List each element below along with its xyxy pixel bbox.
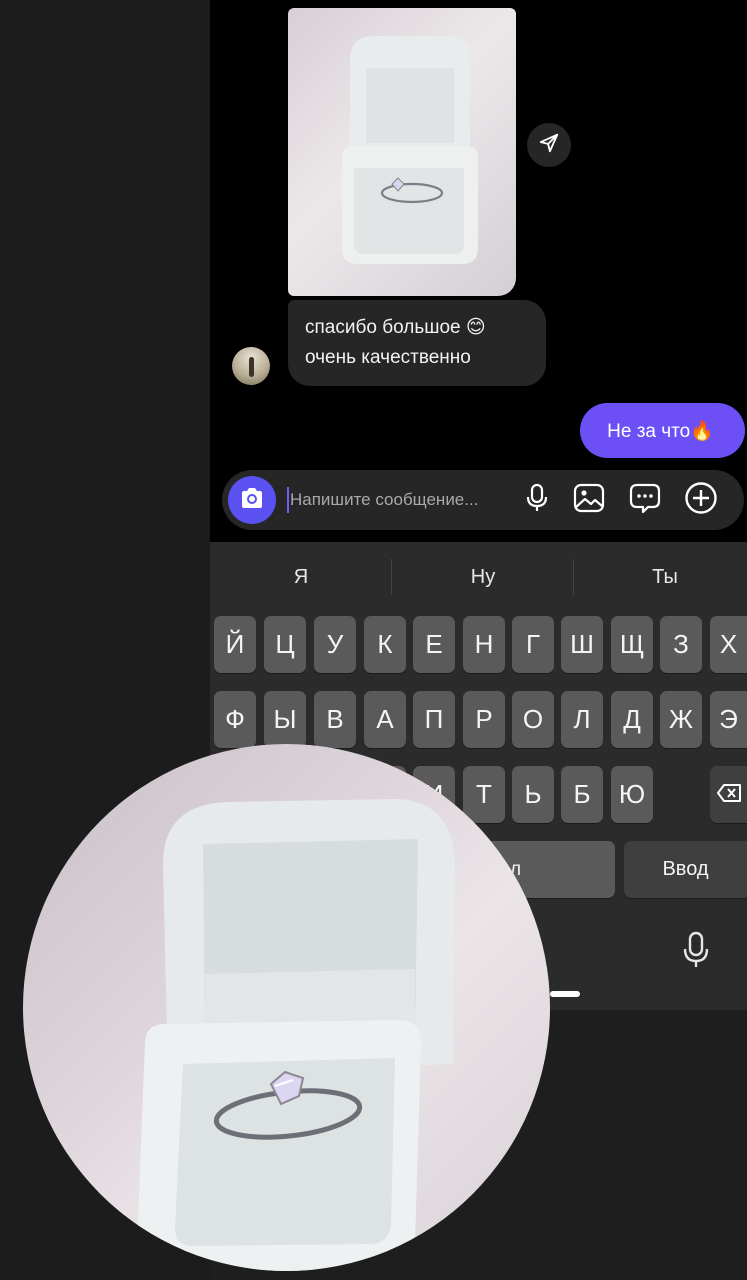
suggestion[interactable]: Я (241, 566, 361, 589)
key[interactable]: Й (214, 616, 256, 673)
share-button[interactable] (527, 123, 571, 167)
sent-message[interactable]: Не за что🔥 (580, 403, 745, 458)
suggestion-divider (573, 559, 574, 595)
microphone-icon (682, 931, 710, 974)
message-composer (222, 470, 744, 530)
key[interactable]: О (512, 691, 554, 748)
key[interactable]: Н (463, 616, 505, 673)
key[interactable]: К (364, 616, 406, 673)
suggestion-divider (391, 559, 392, 595)
key[interactable]: Р (463, 691, 505, 748)
send-icon (538, 132, 560, 159)
microphone-button[interactable] (519, 482, 555, 518)
suggestion[interactable]: Ты (605, 566, 725, 589)
key[interactable]: Д (611, 691, 653, 748)
sent-message-text: Не за что🔥 (607, 420, 714, 442)
key[interactable]: З (660, 616, 702, 673)
key[interactable]: В (314, 691, 356, 748)
key[interactable]: Х (710, 616, 747, 673)
text-caret (287, 487, 289, 513)
key[interactable]: Щ (611, 616, 653, 673)
key[interactable]: Э (710, 691, 747, 748)
plus-circle-icon (684, 481, 718, 520)
key[interactable]: П (413, 691, 455, 748)
key[interactable]: Ф (214, 691, 256, 748)
key[interactable]: Ю (611, 766, 653, 823)
key[interactable]: Ш (561, 616, 603, 673)
keyboard-mic-button[interactable] (678, 931, 714, 974)
photo-message[interactable] (288, 8, 516, 296)
sticker-button[interactable] (627, 482, 663, 518)
received-message-line: очень качественно (305, 347, 471, 368)
suggestion[interactable]: Ну (423, 566, 543, 589)
backspace-key[interactable] (710, 766, 747, 823)
chat-bubble-icon (629, 482, 661, 519)
key[interactable]: А (364, 691, 406, 748)
camera-icon (239, 487, 265, 514)
image-icon (573, 483, 605, 518)
avatar[interactable] (232, 347, 270, 385)
camera-button[interactable] (228, 476, 276, 524)
key[interactable]: Т (463, 766, 505, 823)
home-indicator (550, 991, 580, 997)
received-message-line: спасибо большое 😊 (305, 317, 486, 338)
microphone-icon (525, 483, 549, 518)
backspace-icon (716, 779, 742, 810)
key[interactable]: Ь (512, 766, 554, 823)
gallery-button[interactable] (571, 482, 607, 518)
key[interactable]: У (314, 616, 356, 673)
key[interactable]: Е (413, 616, 455, 673)
key[interactable]: Ц (264, 616, 306, 673)
key[interactable]: Г (512, 616, 554, 673)
key[interactable]: Ж (660, 691, 702, 748)
message-input[interactable] (290, 480, 512, 520)
enter-key[interactable]: Ввод (624, 841, 747, 898)
received-message[interactable]: спасибо большое 😊 очень качественно (288, 300, 546, 386)
key[interactable]: Ы (264, 691, 306, 748)
zoomed-photo (23, 744, 550, 1271)
key[interactable]: Б (561, 766, 603, 823)
key[interactable]: Л (561, 691, 603, 748)
add-button[interactable] (683, 481, 719, 520)
